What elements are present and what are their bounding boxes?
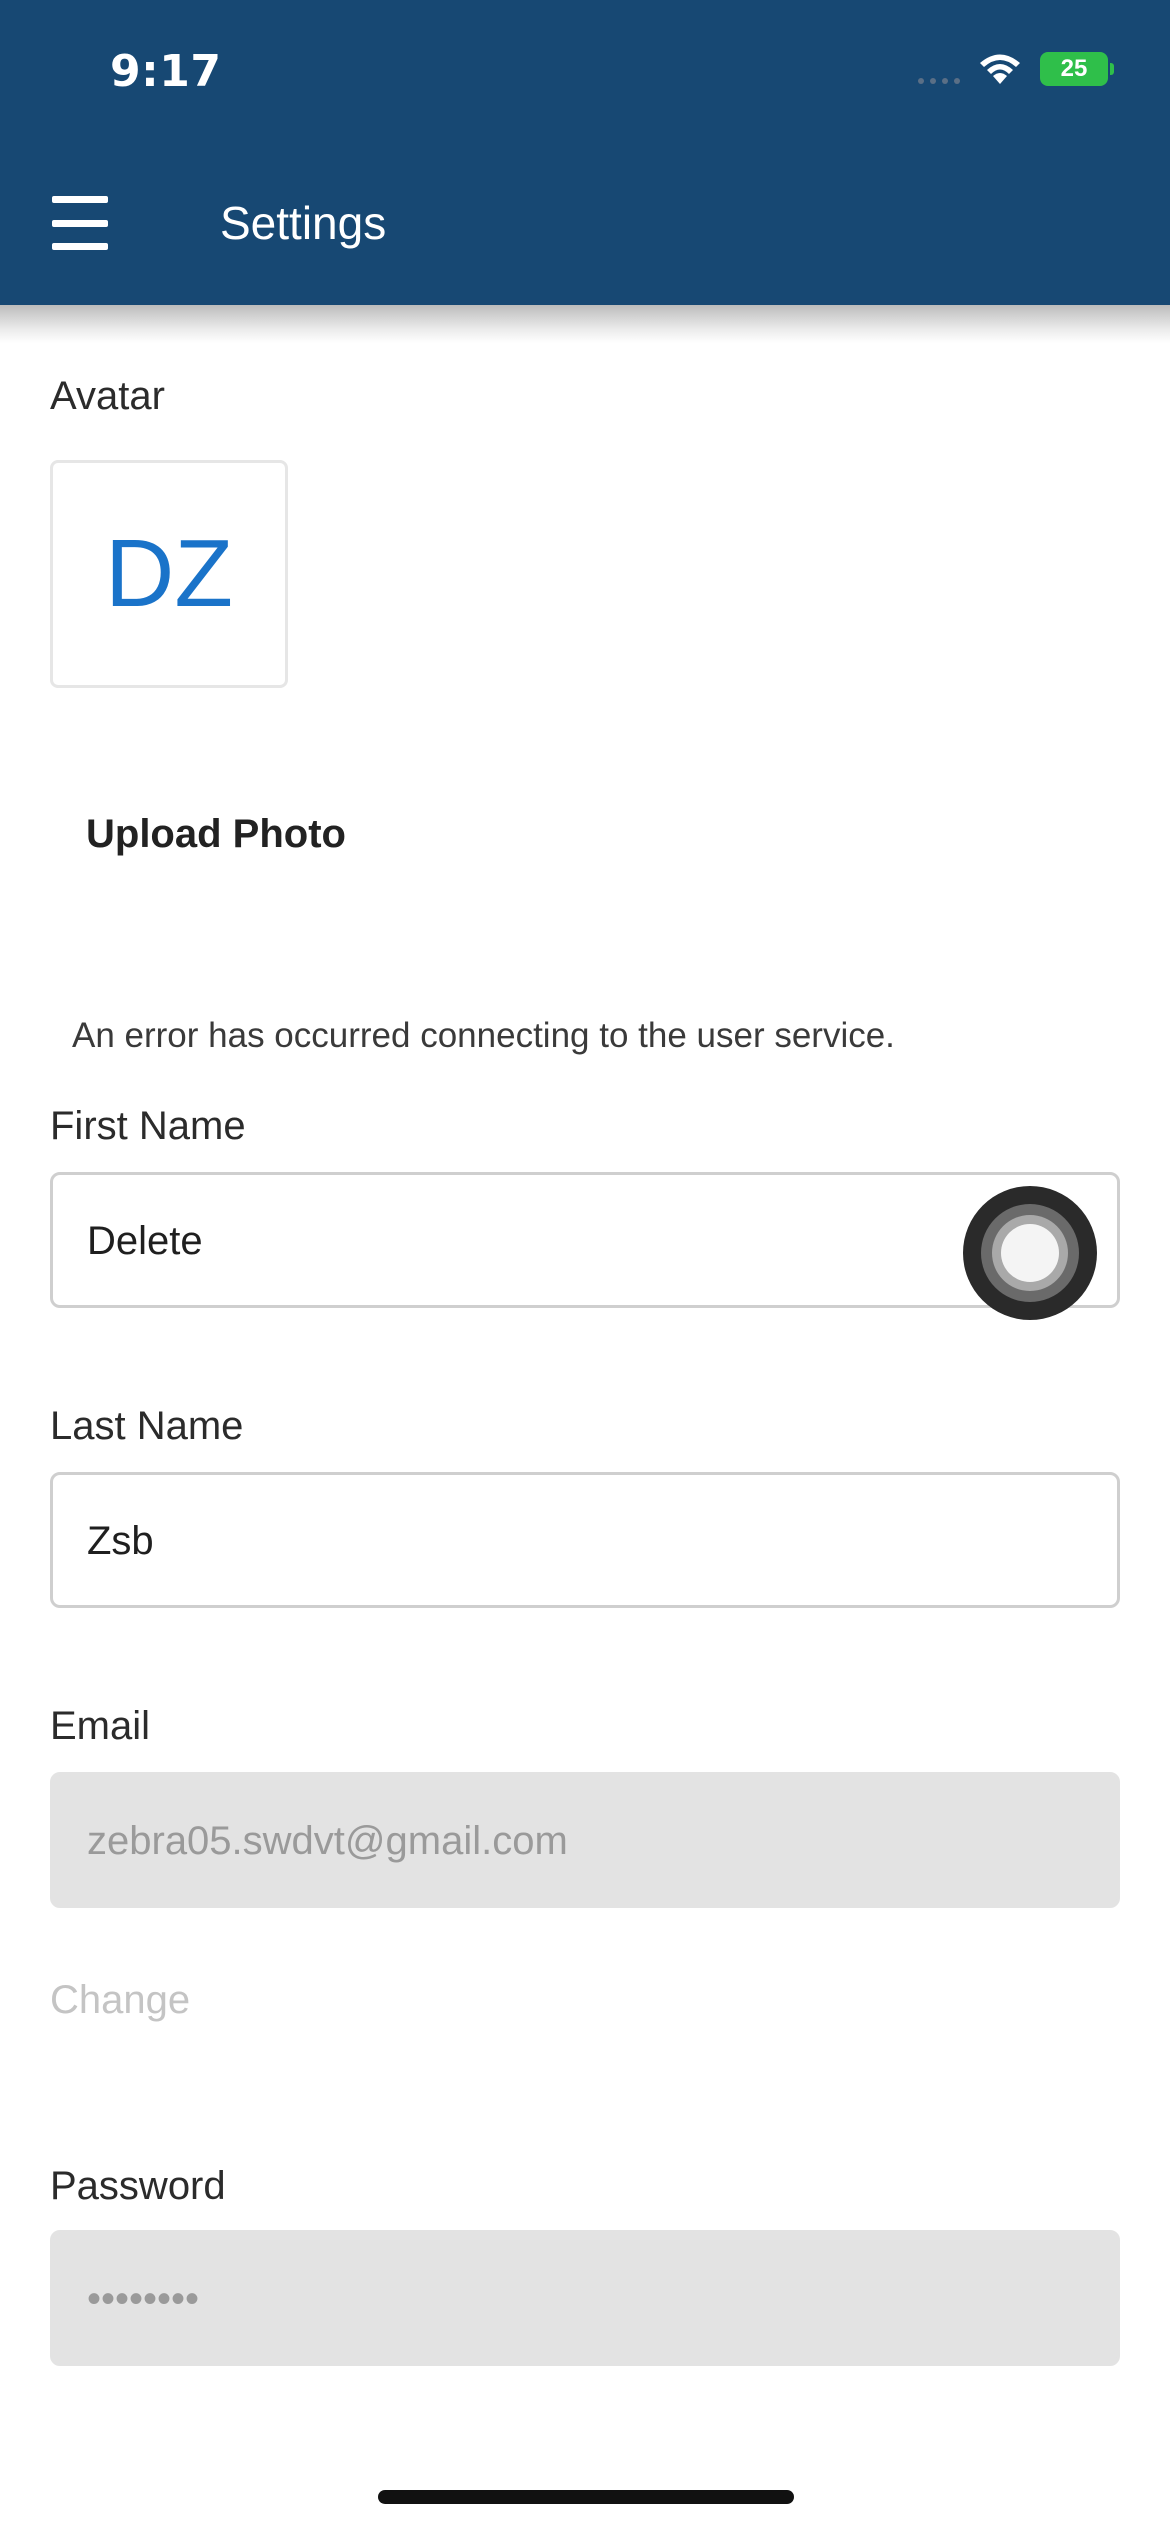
- status-time: 9:17: [110, 46, 222, 97]
- change-email-link[interactable]: Change: [50, 1978, 190, 2023]
- avatar: DZ: [50, 460, 288, 688]
- battery-icon: 25: [1040, 52, 1114, 86]
- avatar-label: Avatar: [50, 374, 165, 418]
- last-name-value: Zsb: [87, 1519, 154, 1563]
- error-message: An error has occurred connecting to the …: [72, 1016, 895, 1055]
- email-label: Email: [50, 1704, 151, 1748]
- first-name-value: Delete: [87, 1219, 203, 1263]
- avatar-initials: DZ: [105, 520, 233, 627]
- upload-photo-button[interactable]: Upload Photo: [86, 812, 346, 857]
- password-label: Password: [50, 2164, 226, 2208]
- assistive-touch-button[interactable]: [963, 1186, 1097, 1320]
- last-name-field[interactable]: Zsb: [50, 1472, 1120, 1608]
- cellular-signal-icon: [918, 54, 960, 84]
- battery-level: 25: [1060, 55, 1088, 82]
- wifi-icon: [978, 52, 1022, 86]
- last-name-label: Last Name: [50, 1404, 244, 1448]
- first-name-field[interactable]: Delete: [50, 1172, 1120, 1308]
- app-header: 9:17 25 Settings: [0, 0, 1170, 305]
- hamburger-menu-icon[interactable]: [52, 196, 114, 250]
- password-value: ••••••••: [87, 2277, 200, 2321]
- header-shadow: [0, 305, 1170, 343]
- page-title: Settings: [220, 197, 387, 249]
- email-value: zebra05.swdvt@gmail.com: [87, 1819, 568, 1863]
- first-name-label: First Name: [50, 1104, 246, 1148]
- status-icons: 25: [918, 52, 1114, 86]
- password-field: ••••••••: [50, 2230, 1120, 2366]
- email-field: zebra05.swdvt@gmail.com: [50, 1772, 1120, 1908]
- home-indicator[interactable]: [378, 2490, 794, 2504]
